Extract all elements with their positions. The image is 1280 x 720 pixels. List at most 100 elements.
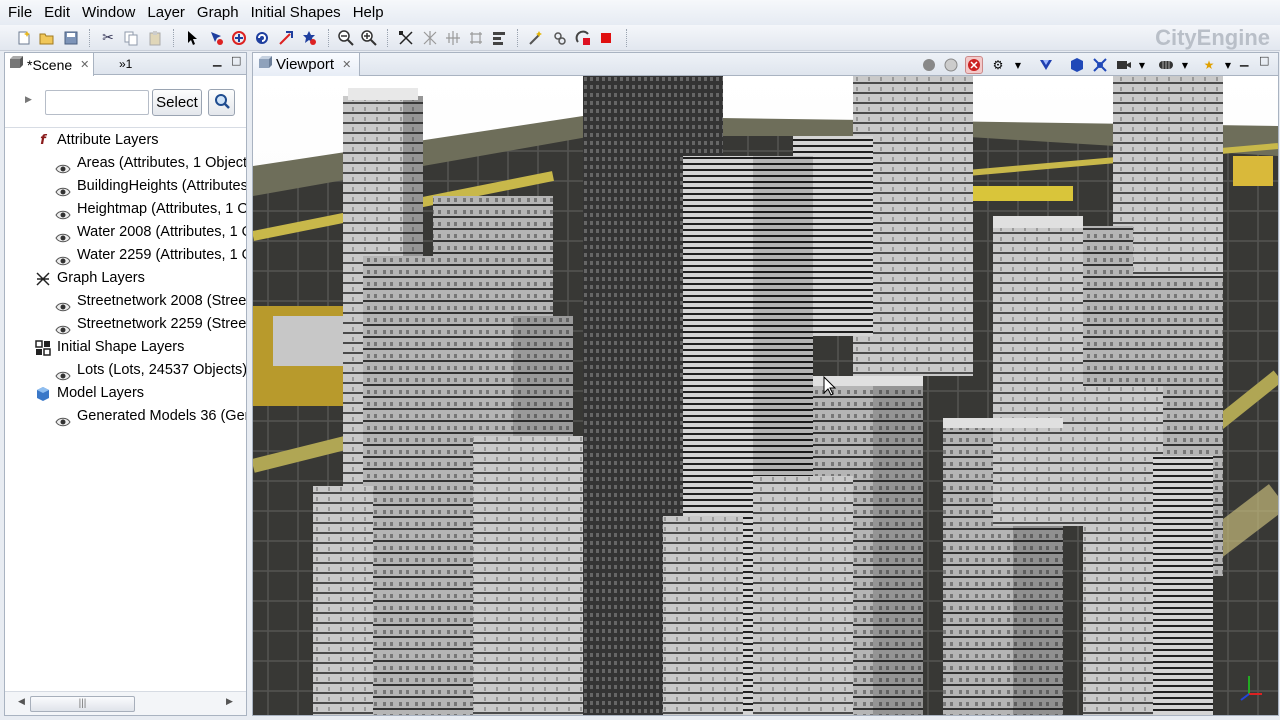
- scroll-left-icon[interactable]: ◀: [18, 697, 25, 707]
- select-tool-icon[interactable]: [206, 28, 226, 48]
- tree-item-label: Water 2008 (Attributes, 1 Objects): [77, 224, 246, 240]
- search-row: ▶ Select: [5, 77, 246, 127]
- tree-item-generated-models[interactable]: Generated Models 36 (Generated): [55, 405, 246, 428]
- tree-group-attribute-layers[interactable]: f Attribute Layers: [35, 129, 246, 152]
- tree-item-buildingheights[interactable]: BuildingHeights (Attributes, 1 Objects): [55, 175, 246, 198]
- tree-item-water-2008[interactable]: Water 2008 (Attributes, 1 Objects): [55, 221, 246, 244]
- move-icon[interactable]: [252, 28, 272, 48]
- navigation-dropdown-icon[interactable]: ▼: [1176, 56, 1194, 74]
- settings-gear-icon[interactable]: ⚙: [989, 56, 1007, 74]
- select-button[interactable]: Select: [152, 89, 202, 116]
- overflow-tab-label: »1: [119, 57, 133, 71]
- tree-item-water-2259[interactable]: Water 2259 (Attributes, 1 Objects): [55, 244, 246, 267]
- eye-icon[interactable]: [55, 228, 71, 242]
- tree-group-graph-layers[interactable]: Graph Layers: [35, 267, 246, 290]
- search-input[interactable]: [45, 90, 149, 115]
- paste-icon[interactable]: [145, 28, 165, 48]
- eye-icon[interactable]: [55, 182, 71, 196]
- tree-group-model-layers[interactable]: Model Layers: [35, 382, 246, 405]
- generate-icon[interactable]: [573, 28, 593, 48]
- tree-item-streetnetwork-2008[interactable]: Streetnetwork 2008 (Streets): [55, 290, 246, 313]
- menu-edit[interactable]: Edit: [38, 0, 76, 25]
- menu-graph[interactable]: Graph: [191, 0, 245, 25]
- tab-viewport[interactable]: Viewport ✕: [253, 53, 361, 76]
- select-arrow-icon[interactable]: [182, 28, 202, 48]
- copy-icon[interactable]: [121, 28, 141, 48]
- grid-icon[interactable]: [1091, 56, 1109, 74]
- wireframe-icon[interactable]: [942, 56, 960, 74]
- tree-group-initial-shape-layers[interactable]: Initial Shape Layers: [35, 336, 246, 359]
- graph-tool2-icon[interactable]: [420, 28, 440, 48]
- horizontal-scrollbar[interactable]: ◀ ||| ▶: [5, 691, 246, 715]
- tab-overflow[interactable]: »1: [115, 53, 136, 75]
- zoom-in-icon[interactable]: [359, 28, 379, 48]
- tree-group-label: Initial Shape Layers: [57, 339, 185, 355]
- bookmark-icon[interactable]: [1037, 56, 1055, 74]
- eye-icon[interactable]: [55, 412, 71, 426]
- scale-icon[interactable]: [299, 28, 319, 48]
- cut-icon[interactable]: ✂: [98, 28, 118, 48]
- camera-view-icon[interactable]: [1068, 56, 1086, 74]
- eye-icon[interactable]: [55, 366, 71, 380]
- scroll-right-icon[interactable]: ▶: [226, 697, 233, 707]
- tree-item-streetnetwork-2259[interactable]: Streetnetwork 2259 (Streets): [55, 313, 246, 336]
- menu-initial-shapes[interactable]: Initial Shapes: [245, 0, 347, 25]
- eye-icon[interactable]: [55, 320, 71, 334]
- viewport-icon: [258, 54, 272, 76]
- eye-icon[interactable]: [55, 251, 71, 265]
- stop-icon[interactable]: [596, 28, 616, 48]
- expand-arrow-icon[interactable]: ▶: [25, 95, 32, 105]
- menu-window[interactable]: Window: [76, 0, 141, 25]
- close-icon[interactable]: ✕: [80, 54, 89, 76]
- settings-dropdown-icon[interactable]: ▼: [1009, 56, 1027, 74]
- save-icon[interactable]: [61, 28, 81, 48]
- texture-icon[interactable]: [965, 56, 983, 74]
- axis-gizmo-icon: [1234, 672, 1264, 705]
- scroll-thumb[interactable]: |||: [30, 696, 135, 712]
- eye-icon[interactable]: [55, 297, 71, 311]
- viewport-panel: Viewport ✕ ⚙ ▼ ▼ ▼ ★ ▼ ▁ □: [252, 52, 1279, 716]
- minimize-icon[interactable]: ▁: [213, 54, 221, 67]
- graph-layer-icon: [35, 271, 51, 287]
- tree-item-label: Streetnetwork 2008 (Streets): [77, 293, 246, 309]
- zoom-out-icon[interactable]: [336, 28, 356, 48]
- star-icon[interactable]: ★: [1200, 56, 1218, 74]
- eye-icon[interactable]: [55, 205, 71, 219]
- align-icon[interactable]: [489, 28, 509, 48]
- shape-icon[interactable]: [550, 28, 570, 48]
- tree-item-areas[interactable]: Areas (Attributes, 1 Objects): [55, 152, 246, 175]
- menu-layer[interactable]: Layer: [141, 0, 191, 25]
- new-file-icon[interactable]: [14, 28, 34, 48]
- scene-icon: [9, 54, 23, 76]
- tree-item-label: Streetnetwork 2259 (Streets): [77, 316, 246, 332]
- tree-item-heightmap[interactable]: Heightmap (Attributes, 1 Objects): [55, 198, 246, 221]
- tree-item-lots[interactable]: Lots (Lots, 24537 Objects): [55, 359, 246, 382]
- camera-dropdown-icon[interactable]: ▼: [1133, 56, 1151, 74]
- tree-item-label: BuildingHeights (Attributes, 1 Objects): [77, 178, 246, 194]
- shading-icon[interactable]: [920, 56, 938, 74]
- wand-icon[interactable]: [526, 28, 546, 48]
- tree-group-label: Graph Layers: [57, 270, 145, 286]
- navigation-icon[interactable]: [1157, 56, 1175, 74]
- open-folder-icon[interactable]: [37, 28, 57, 48]
- minimize-icon[interactable]: ▁: [1240, 54, 1248, 67]
- graph-tool-icon[interactable]: [396, 28, 416, 48]
- camera-icon[interactable]: [1115, 56, 1133, 74]
- graph-tool4-icon[interactable]: [466, 28, 486, 48]
- menu-help[interactable]: Help: [347, 0, 390, 25]
- star-dropdown-icon[interactable]: ▼: [1219, 56, 1237, 74]
- tab-scene[interactable]: *Scene ✕: [5, 53, 95, 76]
- maximize-icon[interactable]: □: [1259, 54, 1269, 67]
- graph-tool3-icon[interactable]: [443, 28, 463, 48]
- menu-file[interactable]: File: [2, 0, 38, 25]
- tree-item-label: Water 2259 (Attributes, 1 Objects): [77, 247, 246, 263]
- select-rect-icon[interactable]: [229, 28, 249, 48]
- rotate-icon[interactable]: [276, 28, 296, 48]
- 3d-city-scene[interactable]: [253, 76, 1278, 715]
- eye-icon[interactable]: [55, 159, 71, 173]
- tree-item-label: Heightmap (Attributes, 1 Objects): [77, 201, 246, 217]
- maximize-icon[interactable]: □: [231, 54, 241, 67]
- close-icon[interactable]: ✕: [342, 54, 351, 76]
- tree-item-label: Areas (Attributes, 1 Objects): [77, 155, 246, 171]
- search-button[interactable]: [208, 89, 235, 116]
